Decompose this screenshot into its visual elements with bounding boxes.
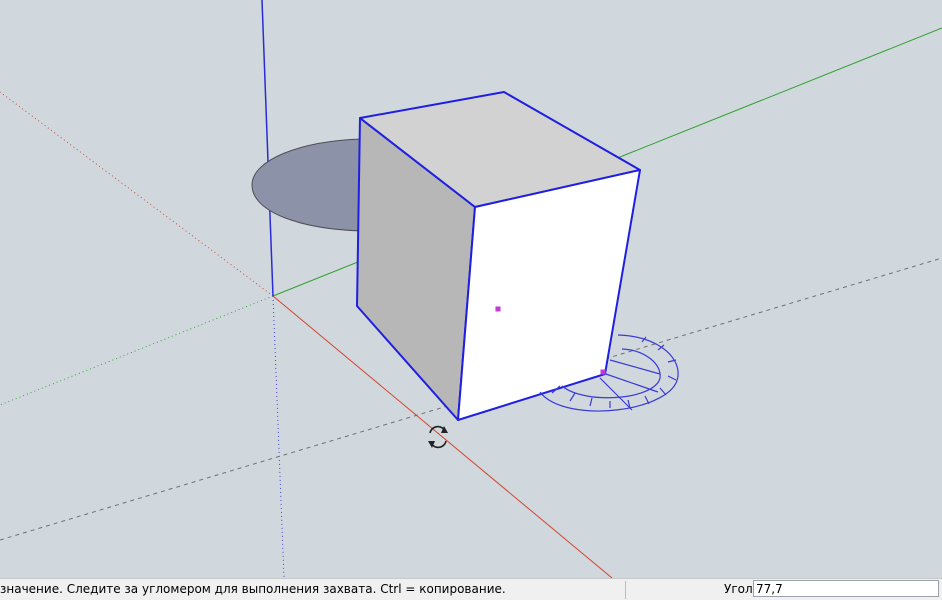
blue-axis-negative (272, 295, 285, 578)
measurements-label: Угол (724, 582, 753, 596)
rotation-grip-point[interactable] (600, 369, 606, 375)
box-shadow (251, 138, 363, 232)
green-axis-negative (0, 295, 274, 406)
status-bar: значение. Следите за угломером для выпол… (0, 578, 942, 600)
face-center-point[interactable] (495, 306, 501, 312)
status-divider (625, 581, 626, 599)
red-axis-negative (0, 91, 274, 297)
status-hint-text: значение. Следите за угломером для выпол… (0, 582, 506, 596)
measurements-input[interactable] (753, 580, 939, 597)
box-front-face[interactable] (457, 169, 641, 421)
sketchup-window: значение. Следите за угломером для выпол… (0, 0, 942, 600)
model-viewport[interactable] (0, 0, 942, 578)
blue-axis (261, 0, 274, 297)
viewport-canvas[interactable] (0, 0, 942, 578)
rotate-cursor-icon (428, 425, 448, 449)
